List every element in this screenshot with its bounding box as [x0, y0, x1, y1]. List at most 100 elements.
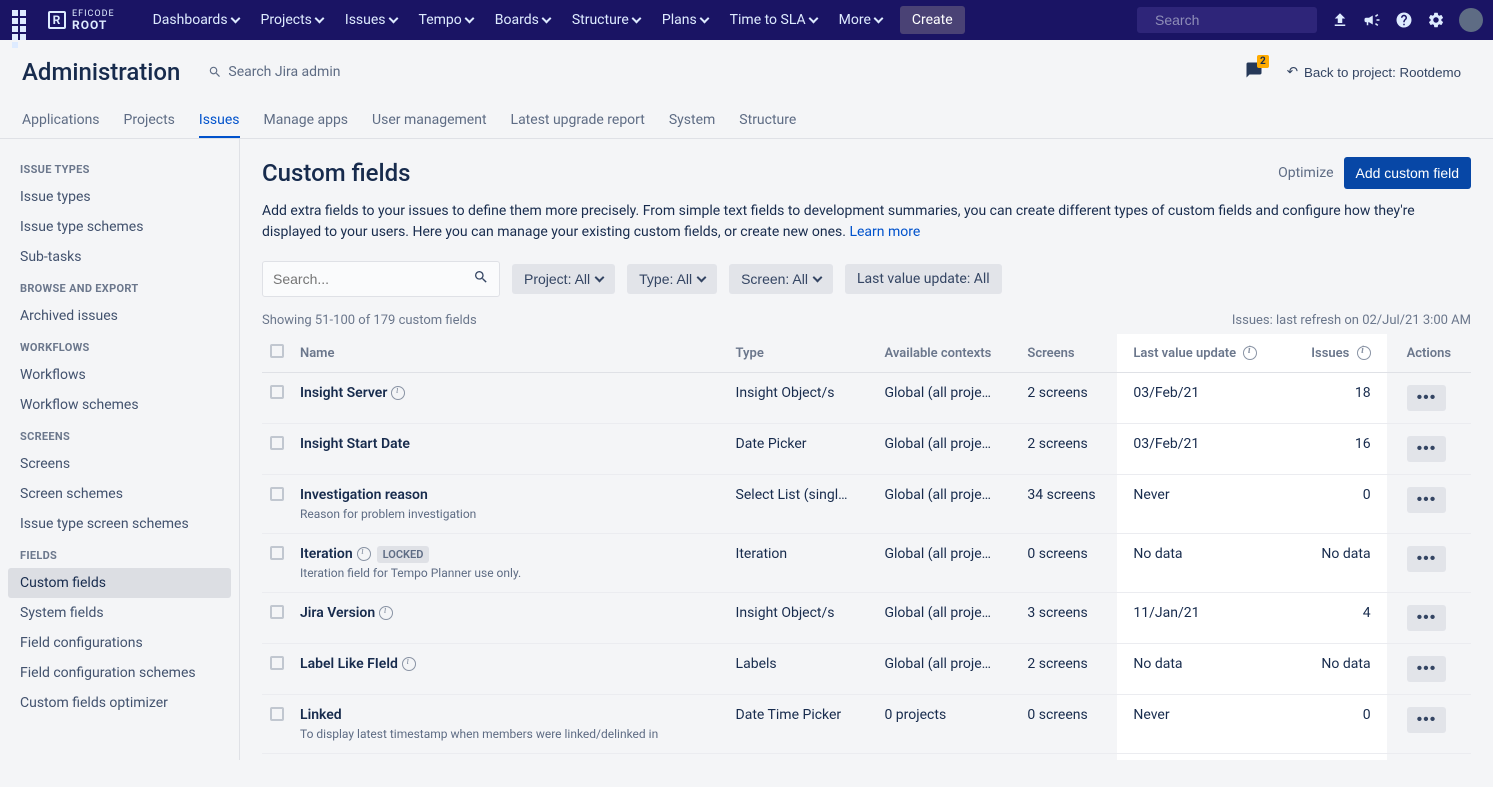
nav-item-tempo[interactable]: Tempo [411, 6, 481, 34]
nav-item-plans[interactable]: Plans [654, 6, 716, 34]
field-contexts[interactable]: 0 projects [876, 695, 1019, 754]
filter-search-input[interactable] [263, 264, 463, 294]
row-actions-button[interactable]: ••• [1407, 546, 1447, 572]
field-screens[interactable]: 0 screens [1019, 534, 1117, 593]
field-screens[interactable]: 2 screens [1019, 424, 1117, 475]
admin-tab-projects[interactable]: Projects [124, 104, 175, 138]
field-screens[interactable]: 34 screens [1019, 475, 1117, 534]
field-contexts[interactable]: Global (all proje… [876, 754, 1019, 761]
admin-tab-system[interactable]: System [669, 104, 715, 138]
add-custom-field-button[interactable]: Add custom field [1344, 157, 1472, 189]
row-checkbox[interactable] [270, 707, 284, 721]
admin-tab-latest-upgrade-report[interactable]: Latest upgrade report [511, 104, 645, 138]
row-checkbox[interactable] [270, 487, 284, 501]
sidebar-item-workflow-schemes[interactable]: Workflow schemes [8, 390, 231, 420]
info-icon[interactable] [1243, 346, 1257, 360]
upload-icon[interactable] [1331, 11, 1349, 29]
filter-project[interactable]: Project: All [512, 264, 615, 294]
back-to-project-button[interactable]: ↶ Back to project: Rootdemo [1277, 58, 1471, 86]
table-row: IterationLOCKEDIteration field for Tempo… [262, 534, 1471, 593]
field-name[interactable]: Linked [300, 707, 342, 723]
field-screens[interactable]: 0 screens [1019, 754, 1117, 761]
field-screens[interactable]: 2 screens [1019, 373, 1117, 424]
sidebar-item-field-configurations[interactable]: Field configurations [8, 628, 231, 658]
admin-tab-structure[interactable]: Structure [739, 104, 796, 138]
field-name[interactable]: Insight Server [300, 385, 387, 401]
field-name[interactable]: Jira Version [300, 605, 375, 621]
sidebar-item-screen-schemes[interactable]: Screen schemes [8, 479, 231, 509]
row-actions-button[interactable]: ••• [1407, 605, 1447, 631]
admin-tab-manage-apps[interactable]: Manage apps [264, 104, 349, 138]
sidebar-item-custom-fields[interactable]: Custom fields [8, 568, 231, 598]
field-contexts[interactable]: Global (all proje… [876, 644, 1019, 695]
sidebar-item-issue-types[interactable]: Issue types [8, 182, 231, 212]
row-checkbox[interactable] [270, 546, 284, 560]
sidebar-item-custom-fields-optimizer[interactable]: Custom fields optimizer [8, 688, 231, 718]
megaphone-icon[interactable] [1363, 11, 1381, 29]
admin-tab-issues[interactable]: Issues [199, 104, 240, 138]
nav-item-more[interactable]: More [831, 6, 890, 34]
field-name[interactable]: Label Like FIeld [300, 656, 398, 672]
field-name[interactable]: Investigation reason [300, 487, 428, 503]
row-checkbox[interactable] [270, 436, 284, 450]
row-actions-button[interactable]: ••• [1407, 385, 1447, 411]
field-contexts[interactable]: Global (all proje… [876, 373, 1019, 424]
admin-tab-applications[interactable]: Applications [22, 104, 100, 138]
nav-item-boards[interactable]: Boards [487, 6, 558, 34]
row-actions-button[interactable]: ••• [1407, 487, 1447, 513]
sidebar-item-screens[interactable]: Screens [8, 449, 231, 479]
nav-item-projects[interactable]: Projects [253, 6, 331, 34]
filter-last-update[interactable]: Last value update: All [845, 264, 1002, 294]
learn-more-link[interactable]: Learn more [849, 224, 920, 240]
avatar[interactable] [1459, 8, 1483, 32]
filter-type[interactable]: Type: All [627, 264, 717, 294]
field-screens[interactable]: 3 screens [1019, 593, 1117, 644]
sidebar-item-system-fields[interactable]: System fields [8, 598, 231, 628]
nav-item-dashboards[interactable]: Dashboards [145, 6, 247, 34]
field-contexts[interactable]: Global (all proje… [876, 534, 1019, 593]
row-checkbox[interactable] [270, 385, 284, 399]
create-button[interactable]: Create [900, 6, 965, 34]
field-screens[interactable]: 0 screens [1019, 695, 1117, 754]
optimize-link[interactable]: Optimize [1278, 165, 1333, 181]
admin-tab-user-management[interactable]: User management [372, 104, 486, 138]
feedback-icon[interactable]: 2 [1245, 61, 1263, 83]
field-screens[interactable]: 2 screens [1019, 644, 1117, 695]
field-contexts[interactable]: Global (all proje… [876, 475, 1019, 534]
row-actions-button[interactable]: ••• [1407, 707, 1447, 733]
info-icon[interactable] [402, 657, 416, 671]
admin-search[interactable]: Search Jira admin [208, 64, 340, 80]
filter-search[interactable] [262, 261, 500, 297]
info-icon[interactable] [391, 386, 405, 400]
field-contexts[interactable]: Global (all proje… [876, 424, 1019, 475]
filter-screen[interactable]: Screen: All [729, 264, 833, 294]
logo[interactable]: R EFICODE ROOT [48, 10, 115, 31]
sidebar-item-sub-tasks[interactable]: Sub-tasks [8, 242, 231, 272]
field-name[interactable]: Insight Start Date [300, 436, 410, 452]
field-name[interactable]: Iteration [300, 546, 353, 562]
nav-item-time-to-sla[interactable]: Time to SLA [722, 6, 825, 34]
sidebar-item-issue-type-schemes[interactable]: Issue type schemes [8, 212, 231, 242]
sidebar-item-workflows[interactable]: Workflows [8, 360, 231, 390]
nav-item-structure[interactable]: Structure [564, 6, 648, 34]
info-icon[interactable] [357, 547, 371, 561]
info-icon[interactable] [379, 606, 393, 620]
sidebar-item-issue-type-screen-schemes[interactable]: Issue type screen schemes [8, 509, 231, 539]
col-issues: Issues [1290, 334, 1387, 373]
row-actions-button[interactable]: ••• [1407, 656, 1447, 682]
search-icon[interactable] [463, 262, 499, 296]
settings-icon[interactable] [1427, 11, 1445, 29]
sidebar-item-archived-issues[interactable]: Archived issues [8, 301, 231, 331]
help-icon[interactable] [1395, 11, 1413, 29]
row-actions-button[interactable]: ••• [1407, 436, 1447, 462]
select-all-checkbox[interactable] [270, 344, 284, 358]
sidebar-item-field-configuration-schemes[interactable]: Field configuration schemes [8, 658, 231, 688]
global-search-input[interactable] [1155, 12, 1336, 28]
nav-item-issues[interactable]: Issues [337, 6, 405, 34]
field-contexts[interactable]: Global (all proje… [876, 593, 1019, 644]
global-search[interactable] [1137, 7, 1317, 33]
row-checkbox[interactable] [270, 656, 284, 670]
app-switcher-icon[interactable] [10, 8, 34, 32]
info-icon[interactable] [1357, 346, 1371, 360]
row-checkbox[interactable] [270, 605, 284, 619]
